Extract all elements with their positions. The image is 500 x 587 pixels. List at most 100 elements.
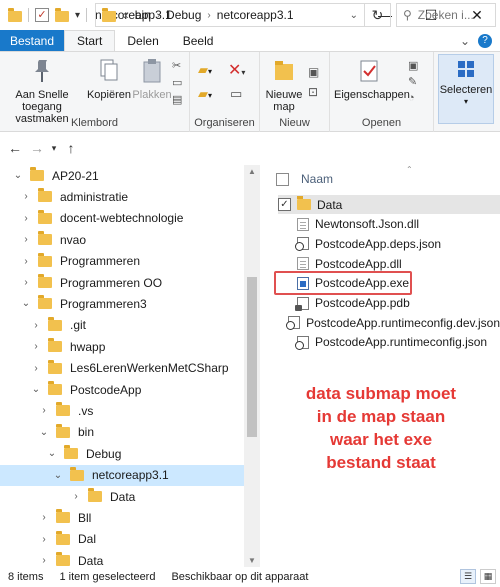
expand-chevron-right-icon[interactable]: › — [20, 234, 32, 245]
select-button[interactable]: Selecteren ▾ — [438, 54, 494, 124]
up-arrow-icon[interactable]: ↑ — [60, 140, 82, 156]
tree-item[interactable]: › .git — [0, 315, 244, 336]
search-box[interactable]: ⚲ Zoeken i... — [396, 3, 496, 27]
tree-item[interactable]: › .vs — [0, 400, 244, 421]
help-icon[interactable]: ? — [478, 33, 492, 48]
tree-item[interactable]: › Programmeren — [0, 251, 244, 272]
tree-scrollbar[interactable]: ▲ ▼ — [244, 165, 260, 567]
expand-chevron-right-icon[interactable]: › — [20, 191, 32, 202]
folder-icon — [48, 359, 62, 374]
expand-chevron-right-icon[interactable]: › — [38, 555, 50, 566]
folder-icon — [48, 338, 62, 353]
tab-beeld[interactable]: Beeld — [171, 30, 226, 51]
tab-delen[interactable]: Delen — [115, 30, 170, 51]
tree-item[interactable]: ⌄ Programmeren3 — [0, 293, 244, 314]
search-icon: ⚲ — [403, 8, 412, 22]
clipboard-group-label: Klembord — [70, 117, 119, 129]
scroll-down-icon[interactable]: ▼ — [244, 556, 260, 565]
tree-item[interactable]: ⌄ netcoreapp3.1 — [0, 464, 244, 486]
file-row[interactable]: PostcodeApp.runtimeconfig.json — [278, 333, 500, 352]
new-folder-quick-icon[interactable] — [55, 7, 69, 22]
tree-item[interactable]: › nvao — [0, 229, 244, 250]
breadcrumb-netcoreapp[interactable]: netcoreapp3.1 — [217, 8, 294, 22]
tree-item[interactable]: ⌄ bin — [0, 422, 244, 443]
column-name-header[interactable]: Naam — [301, 172, 333, 186]
rename-button[interactable]: ▭ — [230, 86, 242, 102]
tree-item[interactable]: ⌄ Debug — [0, 443, 244, 464]
expand-chevron-right-icon[interactable]: › — [20, 256, 32, 267]
large-icons-view-button[interactable]: ▦ — [480, 569, 496, 584]
tree-item[interactable]: › Les6LerenWerkenMetCSharp — [0, 358, 244, 379]
cut-icon[interactable]: ✂ — [172, 58, 186, 75]
expand-chevron-right-icon[interactable]: › — [20, 213, 32, 224]
new-item-icon[interactable]: ▣ — [308, 62, 319, 82]
tree-item[interactable]: › Dal — [0, 529, 244, 550]
pin-quick-access-button[interactable]: Aan Snelle toegang vastmaken — [4, 58, 80, 125]
tree-item[interactable]: › Bll — [0, 507, 244, 528]
tree-item-label: hwapp — [70, 339, 106, 354]
expand-chevron-down-icon[interactable]: ⌄ — [30, 384, 42, 395]
address-dropdown-chevron-icon[interactable]: ⌄ — [350, 10, 358, 21]
new-folder-button[interactable]: Nieuwe map — [262, 58, 306, 113]
open-icon[interactable]: ▣ — [408, 58, 418, 74]
expand-ribbon-chevron-icon[interactable]: ⌄ — [460, 34, 470, 48]
details-view-button[interactable]: ☰ — [460, 569, 476, 584]
properties-icon — [360, 60, 378, 82]
delete-button[interactable]: ✕▾ — [228, 60, 245, 80]
expand-chevron-right-icon[interactable]: › — [30, 320, 42, 331]
easy-access-icon[interactable]: ⊡ — [308, 82, 319, 102]
customize-quick-access-chevron-icon[interactable]: ▾ — [75, 10, 80, 21]
tree-scrollbar-thumb[interactable] — [247, 277, 257, 437]
file-row[interactable]: Newtonsoft.Json.dll — [278, 215, 500, 234]
copy-path-icon[interactable]: ▭ — [172, 75, 186, 92]
expand-chevron-down-icon[interactable]: ⌄ — [46, 448, 58, 459]
back-arrow-icon[interactable]: ← — [4, 140, 26, 156]
tree-item[interactable]: ⌄ AP20-21 — [0, 165, 244, 186]
expand-chevron-down-icon[interactable]: ⌄ — [20, 298, 32, 309]
move-to-button[interactable]: ▰▾ — [198, 62, 212, 78]
tab-start[interactable]: Start — [64, 30, 116, 51]
breadcrumb-debug[interactable]: Debug — [166, 8, 201, 22]
tree-item[interactable]: › Data — [0, 486, 244, 507]
expand-chevron-right-icon[interactable]: › — [70, 491, 82, 502]
recent-locations-chevron-icon[interactable]: ▾ — [48, 143, 60, 154]
expand-chevron-down-icon[interactable]: ⌄ — [12, 170, 24, 181]
column-header[interactable]: Naam ⌃ — [268, 165, 500, 193]
copy-button[interactable]: Kopiëren — [86, 58, 132, 101]
edit-icon[interactable]: ✎ — [408, 74, 418, 90]
properties-quick-icon[interactable]: ✓ — [35, 8, 49, 22]
expand-chevron-down-icon[interactable]: ⌄ — [52, 470, 64, 481]
refresh-button[interactable]: ↻ — [365, 3, 391, 27]
expand-chevron-right-icon[interactable]: › — [30, 341, 42, 352]
paste-button[interactable]: Plakken — [132, 58, 172, 101]
properties-button[interactable]: Eigenschappen — [334, 58, 410, 101]
paste-shortcut-icon[interactable]: ▤ — [172, 92, 186, 109]
file-row[interactable]: PostcodeApp.deps.json — [278, 234, 500, 253]
expand-chevron-right-icon[interactable]: › — [38, 405, 50, 416]
tree-item[interactable]: › docent-webtechnologie — [0, 208, 244, 229]
tree-item[interactable]: › Data — [0, 550, 244, 567]
forward-arrow-icon[interactable]: → — [26, 140, 48, 156]
tree-item[interactable]: › hwapp — [0, 336, 244, 357]
expand-chevron-right-icon[interactable]: › — [38, 512, 50, 523]
tree-item[interactable]: › administratie — [0, 186, 244, 207]
expand-chevron-right-icon[interactable]: › — [20, 277, 32, 288]
file-row[interactable]: PostcodeApp.runtimeconfig.dev.json — [278, 313, 500, 332]
json-file-icon — [295, 335, 309, 350]
expand-chevron-right-icon[interactable]: › — [30, 363, 42, 374]
select-all-checkbox[interactable] — [276, 172, 289, 186]
address-bar[interactable]: « bin › Debug › netcoreapp3.1 ⌄ — [95, 3, 365, 27]
tree-item[interactable]: › Programmeren OO — [0, 272, 244, 293]
breadcrumb-bin[interactable]: bin — [135, 8, 151, 22]
tab-bestand[interactable]: Bestand — [0, 30, 65, 51]
row-checkbox[interactable]: ✓ — [278, 198, 291, 211]
scroll-up-icon[interactable]: ▲ — [244, 167, 260, 176]
expand-chevron-down-icon[interactable]: ⌄ — [38, 427, 50, 438]
history-icon[interactable]: ◔ — [408, 90, 418, 106]
file-row[interactable]: ✓ Data — [278, 195, 500, 214]
file-row[interactable]: PostcodeApp.pdb — [278, 294, 500, 313]
copy-to-button[interactable]: ▰▾ — [198, 86, 212, 102]
expand-chevron-right-icon[interactable]: › — [38, 534, 50, 545]
tree-item[interactable]: ⌄ PostcodeApp — [0, 379, 244, 400]
breadcrumb-overflow[interactable]: « — [122, 8, 129, 22]
